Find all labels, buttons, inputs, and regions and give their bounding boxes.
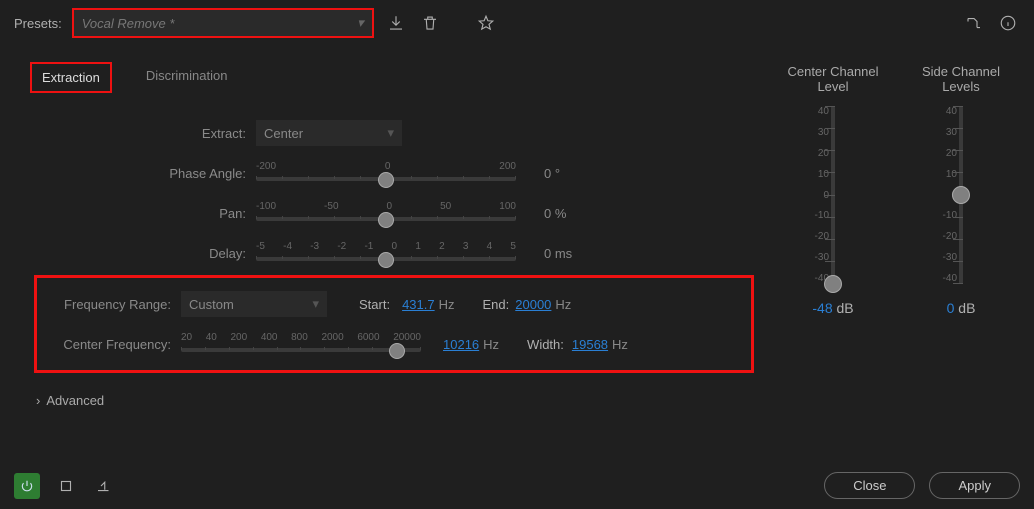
center-level-title: Center Channel Level: [774, 64, 892, 100]
preset-value: Vocal Remove *: [82, 16, 175, 31]
extract-value: Center: [264, 126, 303, 141]
frequency-section: Frequency Range: Custom ▾ Start: 431.7 H…: [34, 275, 754, 373]
side-level-value[interactable]: 0: [947, 300, 955, 316]
chevron-down-icon: ▾: [312, 296, 319, 312]
center-level-value[interactable]: -48: [812, 300, 832, 316]
phase-angle-slider[interactable]: -2000200: [256, 165, 516, 181]
side-level-slider[interactable]: 403020100-10-20-30-40: [939, 106, 983, 284]
center-level-unit: dB: [837, 300, 854, 316]
apply-button[interactable]: Apply: [929, 472, 1020, 499]
phase-angle-value[interactable]: 0 °: [544, 166, 604, 181]
chevron-down-icon: ▾: [357, 15, 364, 31]
top-toolbar: Presets: Vocal Remove * ▾: [0, 0, 1034, 46]
chevron-right-icon: ›: [36, 393, 40, 408]
center-level-slider[interactable]: 403020100-10-20-30-40: [811, 106, 855, 284]
delay-label: Delay:: [34, 246, 256, 261]
tab-extraction[interactable]: Extraction: [30, 62, 112, 93]
advanced-toggle[interactable]: › Advanced: [14, 383, 774, 418]
width-label: Width:: [527, 337, 564, 352]
width-value[interactable]: 19568: [572, 337, 608, 352]
end-value[interactable]: 20000: [515, 297, 551, 312]
start-value[interactable]: 431.7: [402, 297, 435, 312]
freq-range-value: Custom: [189, 297, 234, 312]
freq-range-dropdown[interactable]: Custom ▾: [181, 291, 327, 317]
start-label: Start:: [359, 297, 390, 312]
tab-bar: Extraction Discrimination: [14, 46, 774, 99]
export-icon[interactable]: [92, 474, 116, 498]
end-unit: Hz: [555, 297, 571, 312]
close-button[interactable]: Close: [824, 472, 915, 499]
footer-bar: Close Apply: [0, 462, 1034, 509]
phase-angle-label: Phase Angle:: [34, 166, 256, 181]
pan-label: Pan:: [34, 206, 256, 221]
extract-dropdown[interactable]: Center ▾: [256, 120, 402, 146]
star-icon[interactable]: [474, 11, 498, 35]
power-button[interactable]: [14, 473, 40, 499]
side-level-title: Side Channel Levels: [902, 64, 1020, 100]
stop-icon[interactable]: [54, 474, 78, 498]
center-freq-label: Center Frequency:: [41, 337, 181, 352]
end-label: End:: [483, 297, 510, 312]
delay-slider[interactable]: -5-4-3-2-1012345: [256, 245, 516, 261]
extract-label: Extract:: [34, 126, 256, 141]
center-freq-unit: Hz: [483, 337, 499, 352]
side-level-unit: dB: [958, 300, 975, 316]
advanced-label: Advanced: [46, 393, 104, 408]
routing-icon[interactable]: [962, 11, 986, 35]
freq-range-label: Frequency Range:: [41, 297, 181, 312]
preset-dropdown[interactable]: Vocal Remove * ▾: [72, 8, 374, 38]
center-freq-value[interactable]: 10216: [443, 337, 479, 352]
save-preset-icon[interactable]: [384, 11, 408, 35]
chevron-down-icon: ▾: [387, 125, 394, 141]
width-unit: Hz: [612, 337, 628, 352]
center-freq-slider[interactable]: 20402004008002000600020000: [181, 336, 421, 352]
start-unit: Hz: [439, 297, 455, 312]
presets-label: Presets:: [14, 16, 62, 31]
delay-value[interactable]: 0 ms: [544, 246, 604, 261]
pan-value[interactable]: 0 %: [544, 206, 604, 221]
info-icon[interactable]: [996, 11, 1020, 35]
pan-slider[interactable]: -100-50050100: [256, 205, 516, 221]
trash-icon[interactable]: [418, 11, 442, 35]
tab-discrimination[interactable]: Discrimination: [136, 62, 238, 93]
